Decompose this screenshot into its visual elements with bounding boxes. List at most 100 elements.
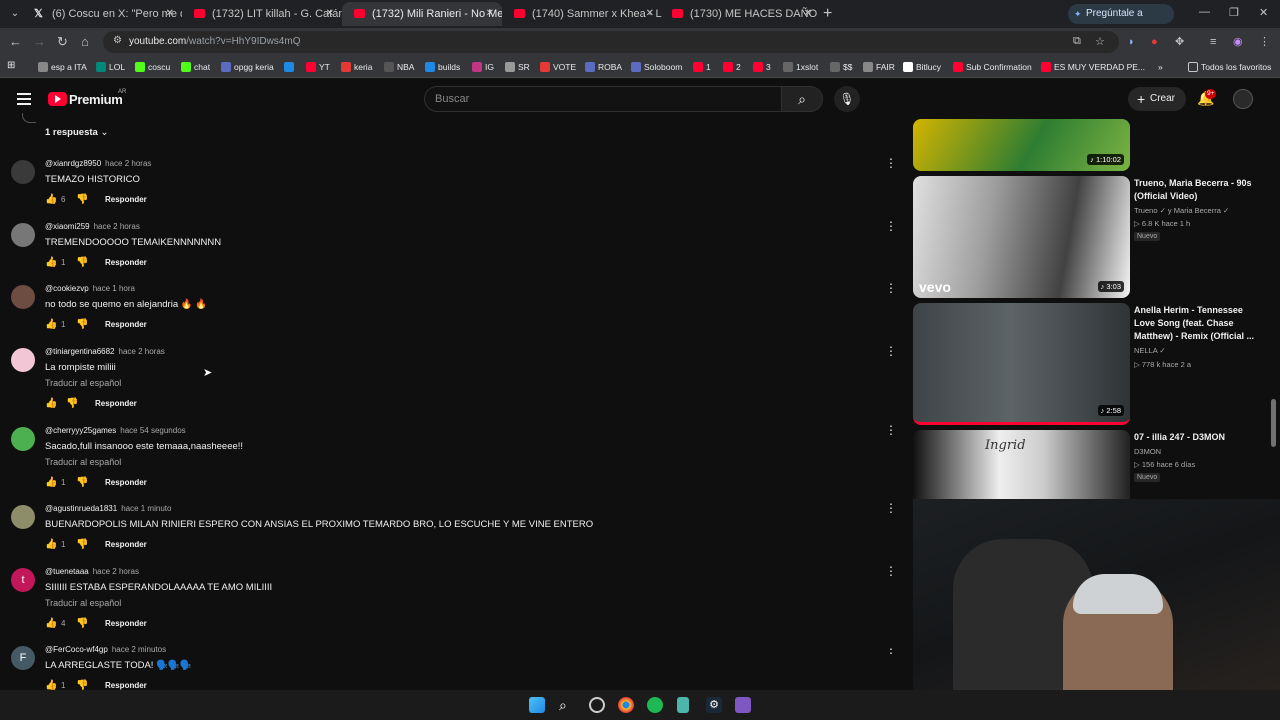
profile-icon[interactable]: ◉	[1233, 34, 1243, 50]
avatar[interactable]	[11, 223, 35, 247]
bookmark[interactable]: Soloboom	[631, 61, 682, 73]
avatar[interactable]	[11, 348, 35, 372]
comment-author[interactable]: @FerCoco-wf4gp	[45, 646, 108, 654]
like-icon[interactable]: 👍	[45, 398, 57, 409]
translate-link[interactable]: Traducir al español	[45, 378, 121, 388]
app-icon[interactable]	[589, 697, 605, 713]
close-icon[interactable]: ✕	[486, 2, 494, 26]
back-icon[interactable]: ←	[9, 34, 22, 50]
app-icon[interactable]	[735, 697, 751, 713]
bookmark[interactable]: esp a ITA	[38, 61, 87, 73]
close-icon[interactable]: ✕	[326, 2, 334, 26]
close-icon[interactable]: ✕	[804, 2, 812, 26]
comment-author[interactable]: @tiniargentina6682	[45, 347, 115, 356]
comment-author[interactable]: @tuenetaaa	[45, 567, 89, 576]
reply-button[interactable]: Responder	[105, 681, 147, 690]
comment-author[interactable]: @xiaomi259	[45, 222, 90, 231]
scrollbar-thumb[interactable]	[1271, 399, 1276, 447]
comment-menu-icon[interactable]: ⋮	[885, 156, 897, 170]
extension-icon[interactable]: ◗	[1128, 34, 1135, 50]
comment-time[interactable]: hace 2 horas	[93, 567, 139, 576]
create-button[interactable]: Crear	[1128, 87, 1186, 111]
video-channel[interactable]: NELLA ✓	[1134, 344, 1166, 357]
steam-icon[interactable]: ⚙	[706, 697, 722, 713]
dislike-icon[interactable]: 👎	[76, 539, 88, 550]
video-thumbnail[interactable]: ♪ 2:58	[913, 303, 1130, 425]
comment-time[interactable]: hace 1 minuto	[121, 504, 171, 513]
comment-author[interactable]: @agustinrueda1831	[45, 504, 117, 513]
dislike-icon[interactable]: 👎	[66, 398, 78, 409]
like-icon[interactable]: 👍	[45, 319, 57, 330]
video-title[interactable]: 07 - illia 247 - D3MON	[1134, 431, 1266, 444]
all-bookmarks-folder[interactable]: Todos los favoritos	[1188, 61, 1271, 73]
like-icon[interactable]: 👍	[45, 477, 57, 488]
bookmark[interactable]: opgg keria	[221, 61, 274, 73]
dislike-icon[interactable]: 👎	[76, 477, 88, 488]
video-channel[interactable]: Trueno ✓ y Maria Becerra ✓	[1134, 204, 1229, 217]
comment-time[interactable]: hace 2 horas	[119, 347, 165, 356]
like-icon[interactable]: 👍	[45, 539, 57, 550]
dislike-icon[interactable]: 👎	[76, 680, 88, 690]
close-icon[interactable]: ✕	[646, 2, 654, 26]
comment-menu-icon[interactable]: ⋮	[885, 501, 897, 515]
comment-menu-icon[interactable]: ⋮	[885, 281, 897, 295]
browser-tab-active[interactable]: (1732) Mili Ranieri - No Me Qui ✕	[342, 2, 502, 26]
media-icon[interactable]: ≡	[1210, 34, 1216, 50]
reply-button[interactable]: Responder	[95, 399, 137, 408]
bookmark[interactable]: $$	[830, 61, 852, 73]
menu-hamburger-icon[interactable]	[17, 93, 31, 105]
comment-time[interactable]: hace 2 horas	[105, 159, 151, 168]
video-thumbnail[interactable]: vevo ♪ 3:03	[913, 176, 1130, 298]
reply-button[interactable]: Responder	[105, 320, 147, 329]
bookmark[interactable]: builds	[425, 61, 460, 73]
video-title[interactable]: Anella Herim - Tennessee Love Song (feat…	[1134, 304, 1266, 343]
extension-icon[interactable]: ●	[1151, 34, 1158, 50]
windows-start-icon[interactable]	[529, 697, 545, 713]
comment-author[interactable]: @cherryyy25games	[45, 426, 116, 435]
search-button[interactable]: ⌕	[781, 86, 823, 112]
forward-icon[interactable]: →	[33, 34, 46, 50]
video-channel[interactable]: D3MON	[1134, 445, 1161, 458]
bookmark[interactable]: FAIR	[863, 61, 895, 73]
home-icon[interactable]: ⌂	[81, 34, 89, 50]
comment-menu-icon[interactable]: ⋮	[885, 423, 897, 437]
comment-time[interactable]: hace 2 horas	[94, 222, 140, 231]
translate-link[interactable]: Traducir al español	[45, 598, 121, 608]
menu-kebab-icon[interactable]: ⋮	[1259, 34, 1270, 50]
like-icon[interactable]: 👍	[45, 257, 57, 268]
dislike-icon[interactable]: 👎	[76, 618, 88, 629]
reload-icon[interactable]: ↻	[57, 34, 68, 50]
bookmark[interactable]: ROBA	[585, 61, 622, 73]
avatar[interactable]	[11, 285, 35, 309]
dislike-icon[interactable]: 👎	[76, 319, 88, 330]
comment-menu-icon[interactable]: ⋮	[885, 564, 897, 578]
comment-time[interactable]: hace 1 hora	[93, 284, 135, 293]
like-icon[interactable]: 👍	[45, 618, 57, 629]
replies-toggle[interactable]: 1 respuesta	[45, 127, 108, 138]
voice-search-mic-icon[interactable]: 🎙	[834, 86, 860, 112]
browser-tab[interactable]: 𝕏 (6) Coscu en X: "Pero me queria ✕	[22, 2, 182, 26]
comment-menu-icon[interactable]: ⋮	[885, 344, 897, 358]
bookmark[interactable]: VOTE	[540, 61, 576, 73]
avatar[interactable]: t	[11, 568, 35, 592]
bookmark[interactable]: chat	[181, 61, 210, 73]
bookmark-star-icon[interactable]: ☆	[1095, 35, 1105, 48]
reply-button[interactable]: Responder	[105, 478, 147, 487]
bookmark[interactable]: Sub Confirmation	[953, 61, 1032, 73]
install-icon[interactable]: ⧉	[1073, 35, 1081, 48]
bookmark[interactable]: LOL	[96, 61, 125, 73]
bookmark[interactable]: 1	[693, 61, 711, 73]
bookmark[interactable]: coscu	[135, 61, 170, 73]
search-icon[interactable]: ⌕	[559, 697, 575, 713]
minimize-icon[interactable]: —	[1199, 6, 1210, 18]
youtube-premium-logo-text[interactable]: Premium	[69, 92, 123, 107]
comment-menu-icon[interactable]: ⋮	[885, 219, 897, 233]
video-thumbnail[interactable]: ♪ 1:10:02	[913, 119, 1130, 171]
account-avatar[interactable]	[1233, 89, 1253, 109]
bookmark[interactable]: IG	[472, 61, 494, 73]
avatar[interactable]: F	[11, 646, 35, 670]
browser-tab[interactable]: (1732) LIT killah - G. Catán (Offi ✕	[182, 2, 342, 26]
comment-menu-icon[interactable]: ⋮	[885, 646, 897, 656]
close-icon[interactable]: ✕	[166, 2, 174, 26]
avatar[interactable]	[11, 427, 35, 451]
